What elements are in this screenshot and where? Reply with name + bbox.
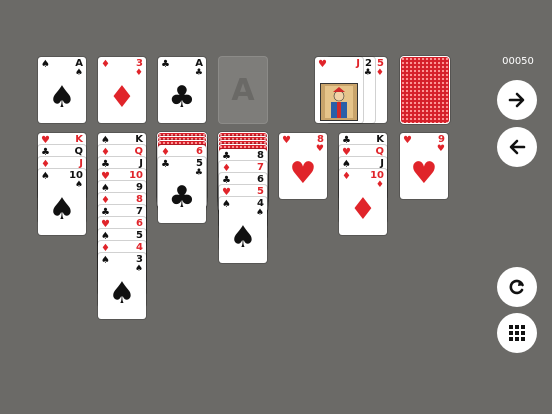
card-rank: 4 [136, 242, 143, 253]
card-suit-small: ♠ [74, 68, 83, 78]
restart-icon [509, 279, 524, 295]
card-suit-small: ♠ [101, 255, 110, 266]
menu-button[interactable] [497, 313, 537, 353]
empty-slot-label: A [231, 72, 255, 108]
card-suit-large: ♠ [48, 192, 76, 227]
card-suit-large: ♥ [289, 156, 317, 191]
card-suit-small: ♣ [194, 168, 203, 178]
card-suit-large: ♣ [168, 80, 196, 115]
card-rank: 6 [196, 146, 203, 157]
card-rank: 5 [136, 230, 143, 241]
card-suit-small: ♠ [41, 171, 50, 182]
card-rank: 6 [257, 174, 264, 185]
card-suit-small: ♠ [222, 199, 231, 210]
card-suit-small: ♦ [375, 68, 384, 78]
card-suit-small: ♥ [318, 59, 327, 70]
card-suit-small: ♦ [375, 180, 384, 190]
tableau-card[interactable]: ♠ 3 ♠ ♠ [98, 253, 146, 319]
jack-face-image [320, 83, 358, 121]
foundation-pile-4-empty[interactable]: A [219, 57, 267, 123]
stock-pile[interactable] [401, 57, 449, 123]
arrow-left-icon [509, 139, 526, 155]
card-suit-small: ♠ [134, 264, 143, 274]
tableau-card[interactable]: ♠ 10 ♠ ♠ [38, 169, 86, 235]
card-rank: 9 [136, 182, 143, 193]
card-suit-small: ♥ [282, 135, 291, 146]
card-suit-small: ♦ [342, 171, 351, 182]
card-suit-large: ♠ [108, 276, 136, 311]
card-rank: J [380, 158, 384, 169]
card-suit-large: ♠ [48, 80, 76, 115]
card-suit-small: ♠ [74, 180, 83, 190]
tableau-card[interactable]: ♠ 4 ♠ ♠ [219, 197, 267, 263]
card-rank: 7 [136, 206, 143, 217]
foundation-pile-3[interactable]: ♣ A ♣ ♣ [158, 57, 206, 123]
card-suit-small: ♣ [161, 59, 170, 70]
card-rank: 8 [136, 194, 143, 205]
tableau-card[interactable]: ♥ 8 ♥ ♥ [279, 133, 327, 199]
score-counter: 00050 [502, 56, 534, 67]
card-suit-large: ♦ [108, 80, 136, 115]
tableau-card[interactable]: ♣ 5 ♣ ♣ [158, 157, 206, 223]
card-rank: 5 [257, 186, 264, 197]
card-rank: 8 [257, 150, 264, 161]
card-suit-small: ♣ [161, 159, 170, 170]
grid-menu-icon [509, 325, 525, 341]
card-rank: Q [134, 146, 143, 157]
card-rank: J [139, 158, 143, 169]
card-suit-small: ♦ [101, 59, 110, 70]
card-suit-small: ♣ [363, 68, 372, 78]
card-rank: K [135, 134, 143, 145]
card-rank: Q [74, 146, 83, 157]
card-rank: 6 [136, 218, 143, 229]
card-suit-large: ♠ [229, 220, 257, 255]
card-rank: 7 [257, 162, 264, 173]
foundation-pile-1[interactable]: ♠ A ♠ ♠ [38, 57, 86, 123]
card-suit-small: ♥ [403, 135, 412, 146]
restart-button[interactable] [497, 267, 537, 307]
card-suit-small: ♠ [255, 208, 264, 218]
card-rank: 10 [129, 170, 143, 181]
tableau-card[interactable]: ♥ 9 ♥ ♥ [400, 133, 448, 199]
card-rank: Q [375, 146, 384, 157]
card-rank: J [79, 158, 83, 169]
card-rank: K [75, 134, 83, 145]
card-suit-small: ♥ [436, 144, 445, 154]
foundation-pile-2[interactable]: ♦ 3 ♦ ♦ [98, 57, 146, 123]
card-rank: J [356, 58, 360, 69]
next-button[interactable] [497, 80, 537, 120]
tableau-card[interactable]: ♦ 10 ♦ ♦ [339, 169, 387, 235]
card-suit-small: ♦ [134, 68, 143, 78]
card-suit-small: ♠ [41, 59, 50, 70]
arrow-right-icon [508, 92, 525, 108]
card-suit-large: ♦ [349, 192, 377, 227]
card-suit-large: ♣ [168, 180, 196, 215]
card-suit-small: ♣ [194, 68, 203, 78]
card-rank: K [376, 134, 384, 145]
waste-card-1: ♥ J [315, 57, 363, 123]
card-suit-small: ♥ [315, 144, 324, 154]
back-button[interactable] [497, 127, 537, 167]
card-suit-large: ♥ [410, 156, 438, 191]
